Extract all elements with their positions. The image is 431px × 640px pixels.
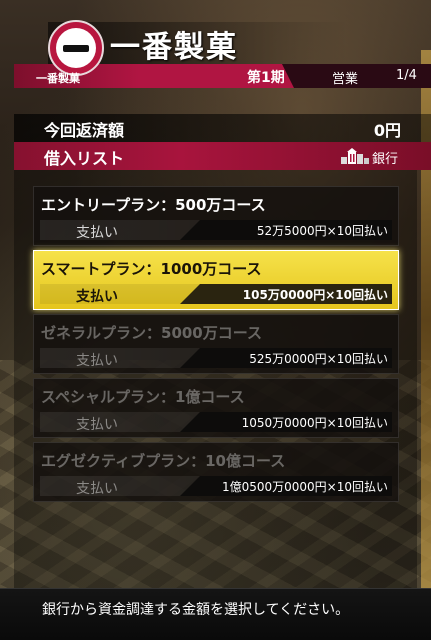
payment-amount: 52万5000円×10回払い [256,224,388,238]
payment-label: 支払い [76,353,118,369]
payment-bar: 支払い 1億0500万0000円×10回払い [40,476,392,497]
plan-name: ゼネラルプラン：5000万コース [41,324,262,342]
turn-counter: 1/4 [396,68,417,83]
payment-bar: 支払い 1050万0000円×10回払い [40,412,392,433]
plan-executive[interactable]: エグゼクティブプラン：10億コース 支払い 1億0500万0000円×10回払い [33,442,399,502]
business-label: 営業 [332,72,359,87]
bank-label: 銀行 [372,152,399,167]
payment-amount: 525万0000円×10回払い [249,352,388,366]
loan-list-header: 借入リスト 銀行 [14,142,431,170]
emblem-label: 一番製菓 [36,72,80,85]
loan-list-title: 借入リスト [44,149,125,168]
plan-smart[interactable]: スマートプラン：1000万コース 支払い 105万0000円×10回払い [33,250,399,310]
payment-label: 支払い [76,289,118,305]
payment-label: 支払い [76,417,118,433]
plan-name: エントリープラン：500万コース [41,196,266,214]
payment-amount: 1億0500万0000円×10回払い [221,480,388,494]
help-message-bar: 銀行から資金調達する金額を選択してください。 [0,588,431,640]
plan-name: スペシャルプラン：1億コース [41,388,245,406]
plan-general[interactable]: ゼネラルプラン：5000万コース 支払い 525万0000円×10回払い [33,314,399,374]
repayment-value: 0円 [373,121,401,140]
plan-name: スマートプラン：1000万コース [41,260,262,278]
header: 一番製菓 第1期 営業 1/4 一番製菓 [0,0,431,95]
payment-amount: 105万0000円×10回払い [242,288,388,302]
bank-building-icon [341,148,369,164]
repayment-label: 今回返済額 [44,121,125,140]
payment-amount: 1050万0000円×10回払い [241,416,388,430]
period-label: 第1期 [247,70,285,86]
payment-label: 支払い [76,481,118,497]
payment-bar: 支払い 525万0000円×10回払い [40,348,392,369]
company-title: 一番製菓 [110,30,238,65]
help-message: 銀行から資金調達する金額を選択してください。 [42,602,350,618]
plan-entry[interactable]: エントリープラン：500万コース 支払い 52万5000円×10回払い [33,186,399,246]
plan-name: エグゼクティブプラン：10億コース [41,452,286,470]
repayment-row: 今回返済額 0円 [14,114,431,142]
payment-label: 支払い [76,225,118,241]
payment-bar: 支払い 52万5000円×10回払い [40,220,392,241]
payment-bar: 支払い 105万0000円×10回払い [40,284,392,305]
company-emblem-icon [48,20,104,76]
plan-special[interactable]: スペシャルプラン：1億コース 支払い 1050万0000円×10回払い [33,378,399,438]
